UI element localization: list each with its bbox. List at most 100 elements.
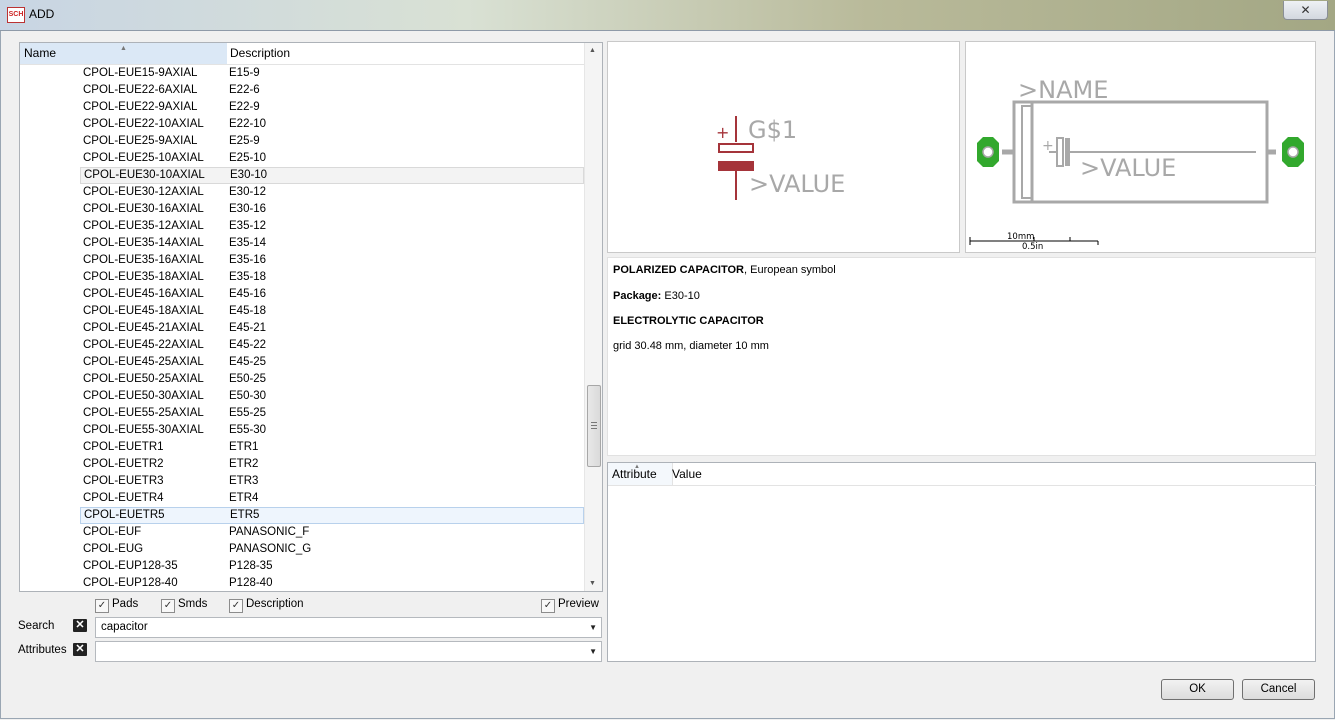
list-item[interactable]: CPOL-EUE35-18AXIAL E35-18 bbox=[20, 269, 584, 286]
list-item[interactable]: CPOL-EUETR3 ETR3 bbox=[20, 473, 584, 490]
scroll-up-icon[interactable]: ▲ bbox=[589, 47, 596, 54]
package-preview: >NAME + >VALUE 10mm 0.5in bbox=[965, 41, 1316, 253]
list-item[interactable]: CPOL-EUE30-16AXIAL E30-16 bbox=[20, 201, 584, 218]
column-header-value[interactable]: Value bbox=[669, 463, 1316, 486]
ok-button[interactable]: OK bbox=[1161, 679, 1234, 700]
device-description-cell: E25-9 bbox=[229, 135, 260, 147]
list-item[interactable]: CPOL-EUE45-25AXIAL E45-25 bbox=[20, 354, 584, 371]
column-header-name[interactable]: ▲ Name bbox=[20, 43, 231, 65]
device-description-cell: E22-9 bbox=[229, 101, 260, 113]
cancel-button[interactable]: Cancel bbox=[1242, 679, 1315, 700]
window-title: ADD bbox=[29, 7, 55, 21]
device-name: CPOL-EUP128-35 bbox=[83, 560, 178, 572]
list-item[interactable]: CPOL-EUE55-25AXIAL E55-25 bbox=[20, 405, 584, 422]
description-checkbox[interactable]: ✓ bbox=[229, 599, 243, 613]
chevron-down-icon[interactable]: ▼ bbox=[589, 642, 597, 661]
device-name: CPOL-EUE35-16AXIAL bbox=[83, 254, 204, 266]
attributes-input[interactable]: ▼ bbox=[95, 641, 602, 662]
scroll-down-icon[interactable]: ▼ bbox=[589, 580, 596, 587]
device-name: CPOL-EUE30-16AXIAL bbox=[83, 203, 204, 215]
pads-label: Pads bbox=[112, 598, 139, 610]
scale-in-label: 0.5in bbox=[1022, 242, 1043, 252]
list-item[interactable]: CPOL-EUF PANASONIC_F bbox=[20, 524, 584, 541]
list-item[interactable]: CPOL-EUE45-22AXIAL E45-22 bbox=[20, 337, 584, 354]
chevron-down-icon[interactable]: ▼ bbox=[589, 618, 597, 637]
column-header-attribute[interactable]: ▲ Attribute bbox=[608, 463, 673, 486]
column-header-description[interactable]: Description bbox=[227, 43, 588, 65]
package-value: E30-10 bbox=[664, 290, 700, 302]
device-name: CPOL-EUG bbox=[83, 543, 144, 555]
list-item[interactable]: CPOL-EUE45-18AXIAL E45-18 bbox=[20, 303, 584, 320]
device-name: CPOL-EUE50-25AXIAL bbox=[83, 373, 204, 385]
list-item[interactable]: CPOL-EUETR1 ETR1 bbox=[20, 439, 584, 456]
sort-ascending-icon: ▲ bbox=[120, 45, 127, 52]
list-item[interactable]: CPOL-EUE22-6AXIAL E22-6 bbox=[20, 82, 584, 99]
close-button[interactable]: ✕ bbox=[1283, 1, 1328, 20]
device-name: CPOL-EUE35-14AXIAL bbox=[83, 237, 204, 249]
device-name: CPOL-EUE25-9AXIAL bbox=[83, 135, 198, 147]
description-title-bold: POLARIZED CAPACITOR bbox=[613, 264, 744, 276]
column-header-name-label: Name bbox=[24, 46, 57, 60]
list-item[interactable]: CPOL-EUE15-9AXIAL E15-9 bbox=[20, 65, 584, 82]
list-item[interactable]: CPOL-EUE35-14AXIAL E35-14 bbox=[20, 235, 584, 252]
device-description-cell: E15-9 bbox=[229, 67, 260, 79]
list-scrollbar[interactable]: ▲ ▼ bbox=[584, 43, 602, 591]
device-name: CPOL-EUE55-30AXIAL bbox=[83, 424, 204, 436]
device-description-cell: E50-30 bbox=[229, 390, 267, 402]
device-description-cell: PANASONIC_F bbox=[229, 526, 310, 538]
clear-search-icon[interactable]: ✕ bbox=[73, 619, 87, 632]
list-item[interactable]: CPOL-EUE50-25AXIAL E50-25 bbox=[20, 371, 584, 388]
package-label: Package: bbox=[613, 290, 662, 302]
symbol-plus: + bbox=[716, 123, 729, 142]
list-item[interactable]: CPOL-EUE22-9AXIAL E22-9 bbox=[20, 99, 584, 116]
list-item[interactable]: CPOL-EUE25-10AXIAL E25-10 bbox=[20, 150, 584, 167]
device-name: CPOL-EUETR3 bbox=[83, 475, 164, 487]
device-list[interactable]: ▲ Name Description CPOL-EUE15-9AXIAL E15-… bbox=[19, 42, 603, 592]
list-item[interactable]: CPOL-EUE35-16AXIAL E35-16 bbox=[20, 252, 584, 269]
device-description: POLARIZED CAPACITOR, European symbol Pac… bbox=[607, 257, 1316, 456]
package-value-text: >VALUE bbox=[1080, 154, 1176, 182]
smds-checkbox[interactable]: ✓ bbox=[161, 599, 175, 613]
list-item[interactable]: CPOL-EUP128-35 P128-35 bbox=[20, 558, 584, 575]
search-input[interactable]: capacitor ▼ bbox=[95, 617, 602, 638]
list-item[interactable]: CPOL-EUE55-30AXIAL E55-30 bbox=[20, 422, 584, 439]
list-item[interactable]: CPOL-EUE45-16AXIAL E45-16 bbox=[20, 286, 584, 303]
device-description-cell: P128-35 bbox=[229, 560, 273, 572]
package-name-text: >NAME bbox=[1018, 76, 1108, 104]
title-bar: SCH ADD ✕ bbox=[0, 0, 1335, 31]
device-description-cell: ETR5 bbox=[230, 509, 260, 521]
list-item[interactable]: CPOL-EUE30-12AXIAL E30-12 bbox=[20, 184, 584, 201]
pads-checkbox[interactable]: ✓ bbox=[95, 599, 109, 613]
device-description-cell: E30-10 bbox=[230, 169, 268, 181]
scrollbar-thumb[interactable] bbox=[587, 385, 601, 467]
pad-right-hole bbox=[1287, 146, 1299, 158]
device-description-cell: E30-12 bbox=[229, 186, 267, 198]
device-description-cell: E45-16 bbox=[229, 288, 267, 300]
device-description-cell: E45-22 bbox=[229, 339, 267, 351]
list-item[interactable]: CPOL-EUG PANASONIC_G bbox=[20, 541, 584, 558]
device-rows: CPOL-EUE15-9AXIAL E15-9 CPOL-EUE22-6AXIAL E… bbox=[20, 65, 584, 591]
device-name: CPOL-EUE45-21AXIAL bbox=[83, 322, 204, 334]
package-footprint-icon: >NAME + >VALUE 10mm 0.5in bbox=[969, 76, 1304, 252]
device-name: CPOL-EUP128-40 bbox=[83, 577, 178, 589]
list-item[interactable]: CPOL-EUE22-10AXIAL E22-10 bbox=[20, 116, 584, 133]
preview-checkbox[interactable]: ✓ bbox=[541, 599, 555, 613]
device-description-cell: E50-25 bbox=[229, 373, 267, 385]
list-item[interactable]: CPOL-EUP128-40 P128-40 bbox=[20, 575, 584, 591]
device-description-cell: E45-21 bbox=[229, 322, 267, 334]
list-item[interactable]: CPOL-EUETR5 ETR5 bbox=[80, 507, 584, 524]
package-cap-plate-filled bbox=[1065, 138, 1070, 166]
description-title-rest: , European symbol bbox=[744, 264, 836, 276]
device-description-cell: E25-10 bbox=[229, 152, 267, 164]
list-item[interactable]: CPOL-EUE35-12AXIAL E35-12 bbox=[20, 218, 584, 235]
list-item[interactable]: CPOL-EUE45-21AXIAL E45-21 bbox=[20, 320, 584, 337]
list-item[interactable]: CPOL-EUE30-10AXIAL E30-10 bbox=[80, 167, 584, 184]
list-item[interactable]: CPOL-EUETR4 ETR4 bbox=[20, 490, 584, 507]
list-item[interactable]: CPOL-EUE25-9AXIAL E25-9 bbox=[20, 133, 584, 150]
list-item[interactable]: CPOL-EUETR2 ETR2 bbox=[20, 456, 584, 473]
list-item[interactable]: CPOL-EUE50-30AXIAL E50-30 bbox=[20, 388, 584, 405]
clear-attributes-icon[interactable]: ✕ bbox=[73, 643, 87, 656]
app-icon: SCH bbox=[7, 7, 25, 23]
attributes-table[interactable]: ▲ Attribute Value bbox=[607, 462, 1316, 662]
grip-icon bbox=[591, 422, 597, 429]
